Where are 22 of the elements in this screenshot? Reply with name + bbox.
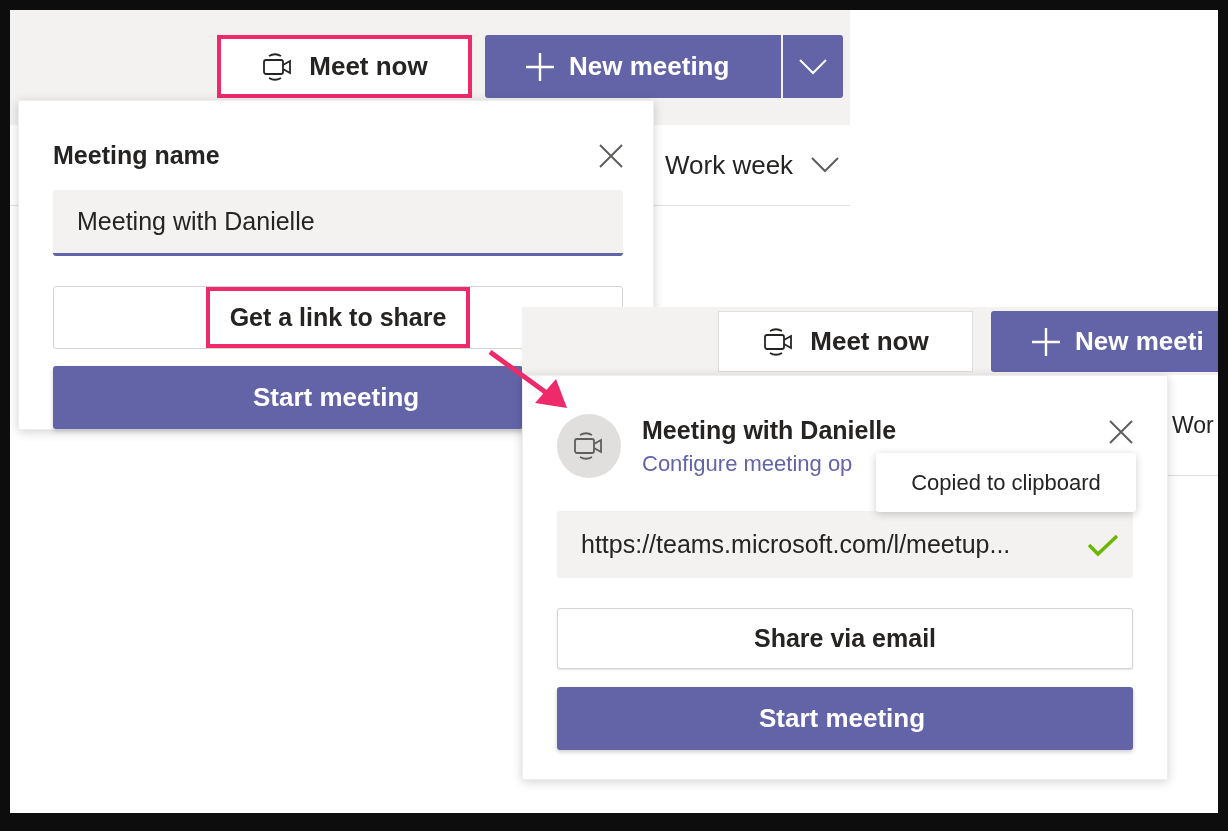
chevron-down-icon [811,157,840,173]
close-icon [1109,420,1133,444]
tooltip: Copied to clipboard [876,453,1136,512]
close-button[interactable] [1109,420,1133,444]
meeting-link-field[interactable]: https://teams.microsoft.com/l/meetup... [557,511,1133,578]
plus-icon [525,51,555,82]
get-link-button[interactable]: Get a link to share [205,286,471,349]
meeting-title: Meeting with Danielle [642,415,898,445]
popover-title: Meeting name [53,141,220,170]
start-meeting-button[interactable]: Start meeting [557,687,1133,750]
meet-now-button[interactable]: Meet now [718,311,973,372]
view-selector-label[interactable]: Work week [665,149,794,181]
close-icon [599,143,623,168]
meeting-name-field[interactable]: Meeting with Danielle [53,190,623,256]
view-selector-label[interactable]: Wor [1172,411,1214,439]
meet-now-button[interactable]: Meet now [217,35,472,98]
start-meeting-button[interactable]: Start meeting [53,366,523,429]
close-button[interactable] [599,143,623,168]
share-via-email-button[interactable]: Share via email [557,608,1133,669]
chevron-down-icon [799,58,827,75]
plus-icon [1031,326,1061,357]
new-meeting-button[interactable]: New meeti [991,311,1218,372]
